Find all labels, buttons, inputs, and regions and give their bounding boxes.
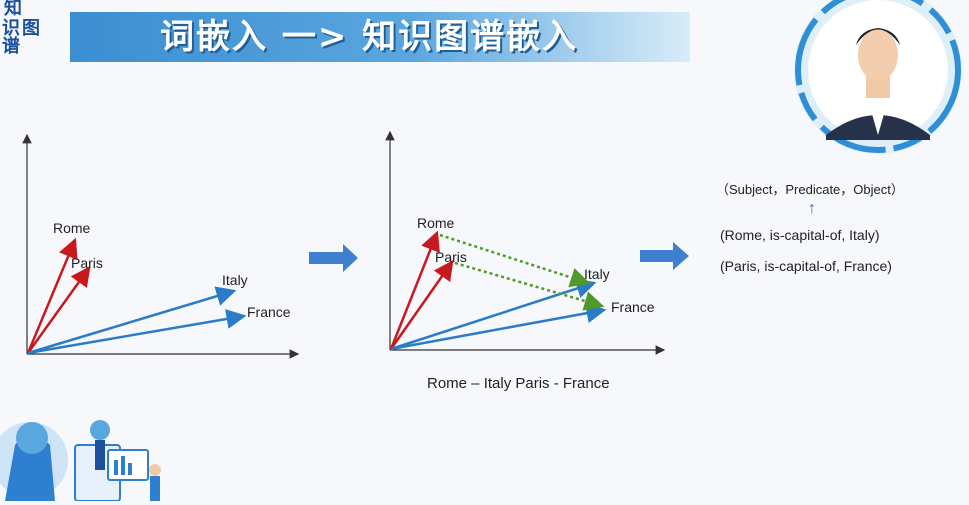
france-vector xyxy=(390,303,607,351)
transition-arrow-2 xyxy=(640,242,689,270)
label-france: France xyxy=(611,299,655,315)
label-france: France xyxy=(247,304,291,320)
label-paris: Paris xyxy=(71,255,103,271)
decorative-illustration xyxy=(0,400,180,502)
left-diagram xyxy=(22,133,300,359)
label-italy: Italy xyxy=(222,272,248,288)
label-italy: Italy xyxy=(584,266,610,282)
transition-arrow-1 xyxy=(309,244,358,272)
label-rome: Rome xyxy=(417,215,455,231)
middle-diagram xyxy=(385,130,666,355)
triple-row: (Rome, is-capital-of, Italy) xyxy=(720,227,880,243)
relation-caption: Rome – Italy Paris - France xyxy=(427,375,610,392)
label-paris: Paris xyxy=(435,249,467,265)
label-rome: Rome xyxy=(53,220,91,236)
paris-france-relation xyxy=(454,261,605,311)
italy-vector xyxy=(390,278,597,351)
triple-schema: （Subject，Predicate，Object） xyxy=(716,182,904,197)
rome-vector xyxy=(389,230,440,350)
up-arrow-icon: ↑ xyxy=(808,200,816,217)
triple-row: (Paris, is-capital-of, France) xyxy=(720,258,892,274)
